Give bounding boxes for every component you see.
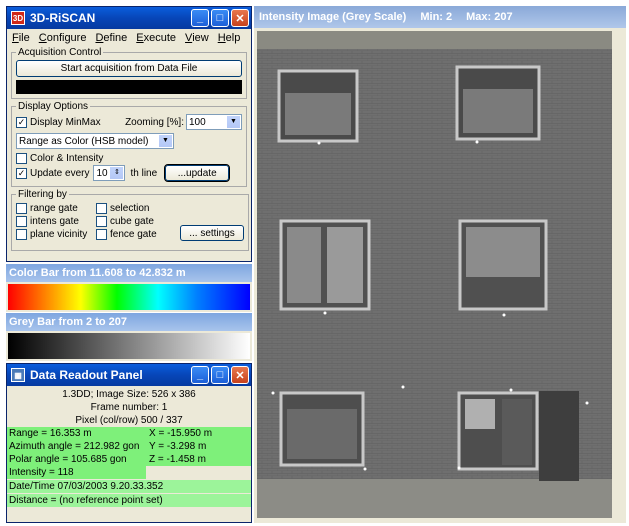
range-gate-checkbox[interactable] [16, 203, 27, 214]
menu-file[interactable]: File [12, 32, 30, 44]
pixel-position: Pixel (col/row) 500 / 337 [75, 415, 183, 426]
menu-define[interactable]: Define [95, 32, 127, 44]
update-every-checkbox[interactable]: ✓ [16, 167, 27, 179]
spinner-icon: ⇕ [110, 167, 124, 179]
selection-label: selection [110, 203, 150, 214]
intensity-image[interactable] [257, 31, 612, 518]
grey-bar-title[interactable]: Grey Bar from 2 to 207 [6, 313, 252, 331]
cube-gate-checkbox[interactable] [96, 216, 107, 227]
app-title: 3D-RiSCAN [30, 11, 96, 25]
distance-value: Distance = (no reference point set) [7, 494, 251, 507]
main-window: 3D 3D-RiSCAN _ □ ✕ File Configure Define… [6, 6, 252, 262]
menu-execute[interactable]: Execute [136, 32, 176, 44]
panel-icon: ▦ [11, 368, 25, 382]
close-icon[interactable]: ✕ [231, 9, 249, 27]
intensity-image-window: Intensity Image (Grey Scale) Min: 2 Max:… [254, 6, 626, 523]
minimize-icon[interactable]: _ [191, 366, 209, 384]
intens-gate-label: intens gate [30, 216, 79, 227]
main-titlebar[interactable]: 3D 3D-RiSCAN _ □ ✕ [7, 7, 251, 29]
close-icon[interactable]: ✕ [231, 366, 249, 384]
menu-view[interactable]: View [185, 32, 209, 44]
display-options-group: Display Options ✓ Display MinMax Zooming … [11, 101, 247, 187]
intens-gate-checkbox[interactable] [16, 216, 27, 227]
display-minmax-checkbox[interactable]: ✓ [16, 116, 27, 128]
datetime-value: Date/Time 07/03/2003 9.20.33.352 [7, 480, 251, 493]
grey-bar-window: Grey Bar from 2 to 207 [6, 313, 252, 361]
image-title: Intensity Image (Grey Scale) [259, 11, 407, 23]
maximize-icon[interactable]: □ [211, 366, 229, 384]
acquisition-control-group: Acquisition Control Start acquisition fr… [11, 47, 247, 99]
y-value: Y = -3.298 m [146, 440, 251, 453]
polar-value: Polar angle = 105.685 gon [7, 453, 146, 466]
azimuth-value: Azimuth angle = 212.982 gon [7, 440, 146, 453]
settings-button[interactable]: ... settings [180, 225, 244, 241]
menu-help[interactable]: Help [218, 32, 241, 44]
intensity-value: Intensity = 118 [7, 466, 146, 479]
readout-title: Data Readout Panel [30, 368, 143, 382]
color-gradient-bar [8, 284, 250, 310]
color-intensity-checkbox[interactable] [16, 153, 27, 164]
filtering-legend: Filtering by [18, 189, 67, 200]
color-bar-title[interactable]: Color Bar from 11.608 to 42.832 m [6, 264, 252, 282]
color-bar-window: Color Bar from 11.608 to 42.832 m [6, 264, 252, 312]
x-value: X = -15.950 m [146, 427, 251, 440]
display-options-legend: Display Options [18, 101, 89, 112]
z-value: Z = -1.458 m [146, 453, 251, 466]
filtering-group: Filtering by range gate intens gate plan… [11, 189, 249, 251]
app-icon: 3D [11, 11, 25, 25]
start-acquisition-button[interactable]: Start acquisition from Data File [16, 60, 242, 77]
fence-gate-checkbox[interactable] [96, 229, 107, 240]
menu-configure[interactable]: Configure [39, 32, 87, 44]
file-info: 1.3DD; Image Size: 526 x 386 [62, 389, 196, 400]
chevron-down-icon: ▼ [227, 116, 240, 128]
zooming-label: Zooming [%]: [125, 116, 184, 128]
selection-checkbox[interactable] [96, 203, 107, 214]
status-bar [16, 80, 242, 94]
zooming-select[interactable]: 100 ▼ [186, 114, 242, 130]
fence-gate-label: fence gate [110, 229, 157, 240]
menubar: File Configure Define Execute View Help [7, 29, 251, 47]
range-gate-label: range gate [30, 203, 78, 214]
cube-gate-label: cube gate [110, 216, 154, 227]
plane-vicinity-label: plane vicinity [30, 229, 88, 240]
frame-number: Frame number: 1 [90, 402, 168, 413]
minimize-icon[interactable]: _ [191, 9, 209, 27]
color-mode-select[interactable]: Range as Color (HSB model) ▼ [16, 133, 174, 149]
update-button[interactable]: ...update [164, 164, 231, 182]
th-line-label: th line [130, 167, 158, 179]
image-min: Min: 2 [420, 11, 453, 23]
update-every-spinner[interactable]: 10 ⇕ [93, 165, 126, 181]
maximize-icon[interactable]: □ [211, 9, 229, 27]
color-intensity-label: Color & Intensity [30, 153, 104, 164]
grey-gradient-bar [8, 333, 250, 359]
data-readout-panel: ▦ Data Readout Panel _ □ ✕ 1.3DD; Image … [6, 363, 252, 523]
image-titlebar[interactable]: Intensity Image (Grey Scale) Min: 2 Max:… [254, 6, 626, 28]
acquisition-legend: Acquisition Control [18, 47, 102, 58]
plane-vicinity-checkbox[interactable] [16, 229, 27, 240]
update-every-label: Update every [30, 167, 90, 179]
range-value: Range = 16.353 m [7, 427, 146, 440]
display-minmax-label: Display MinMax [30, 116, 101, 128]
chevron-down-icon: ▼ [159, 135, 172, 147]
image-max: Max: 207 [466, 11, 513, 23]
readout-titlebar[interactable]: ▦ Data Readout Panel _ □ ✕ [7, 364, 251, 386]
building-facade-image [257, 31, 612, 518]
